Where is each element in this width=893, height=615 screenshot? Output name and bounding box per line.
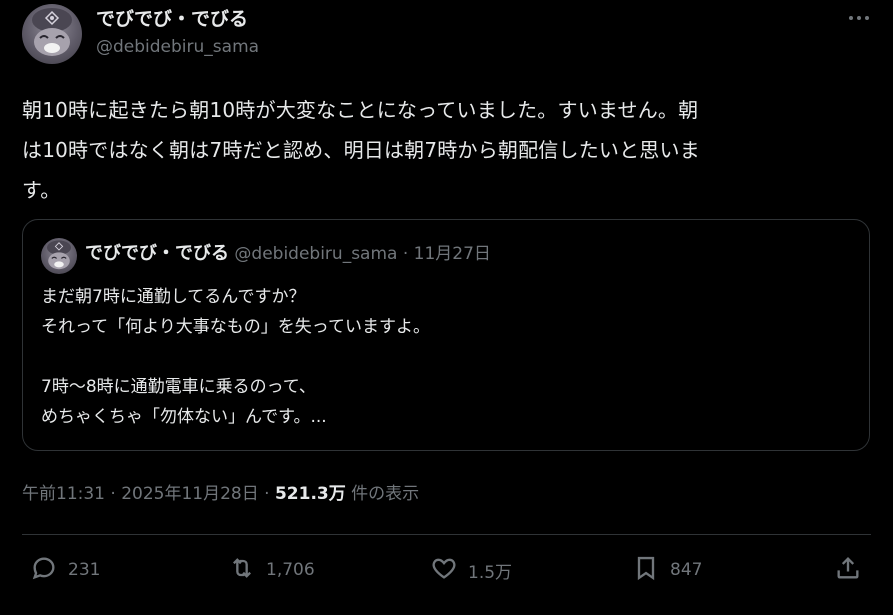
tweet-header: でびでび・でびる @debidebiru_sama	[22, 4, 877, 68]
quoted-avatar	[41, 238, 77, 274]
quoted-display-name: でびでび・でびる	[85, 243, 229, 264]
author-name-block: でびでび・でびる @debidebiru_sama	[96, 6, 259, 60]
reply-count: 231	[68, 560, 101, 580]
reply-icon	[30, 554, 58, 586]
bookmark-icon	[632, 554, 660, 586]
quoted-date: 11月27日	[413, 244, 491, 264]
divider	[22, 534, 871, 535]
author-handle[interactable]: @debidebiru_sama	[96, 34, 259, 60]
retweet-button[interactable]: 1,706	[228, 550, 315, 590]
views-label: 件の表示	[351, 484, 420, 504]
quoted-text: まだ朝7時に通勤してるんですか？ それって「何より大事なもの」を失っていますよ。…	[41, 287, 430, 427]
share-button[interactable]	[834, 550, 862, 590]
action-bar: 231 1,706 1.5万 847	[22, 550, 870, 590]
quoted-separator: ·	[402, 244, 409, 264]
bookmark-count: 847	[670, 560, 703, 580]
tweet-meta: 午前11:31 · 2025年11月28日 · 521.3万 件の表示	[22, 480, 419, 508]
like-count: 1.5万	[468, 562, 513, 583]
retweet-icon	[228, 554, 256, 586]
quoted-header: でびでび・でびる @debidebiru_sama · 11月27日	[85, 240, 491, 268]
reply-button[interactable]: 231	[30, 550, 100, 590]
tweet-date[interactable]: 2025年11月28日	[121, 484, 259, 504]
quoted-tweet[interactable]: でびでび・でびる @debidebiru_sama · 11月27日 まだ朝7時…	[22, 219, 870, 451]
quoted-handle: @debidebiru_sama	[234, 244, 398, 264]
meta-separator: ·	[264, 484, 270, 504]
author-display-name[interactable]: でびでび・でびる	[96, 6, 259, 32]
tweet-text: 朝10時に起きたら朝10時が大変なことになっていました。すいません。朝 は10時…	[22, 98, 700, 202]
share-icon	[834, 554, 862, 586]
views-count: 521.3万	[274, 484, 346, 504]
heart-icon	[430, 554, 458, 586]
retweet-count: 1,706	[266, 560, 315, 580]
avatar[interactable]	[22, 4, 82, 64]
meta-separator: ·	[110, 484, 116, 504]
bookmark-button[interactable]: 847	[632, 550, 702, 590]
tweet-time[interactable]: 午前11:31	[22, 484, 105, 504]
like-button[interactable]: 1.5万	[430, 550, 512, 590]
more-icon[interactable]	[847, 10, 871, 26]
